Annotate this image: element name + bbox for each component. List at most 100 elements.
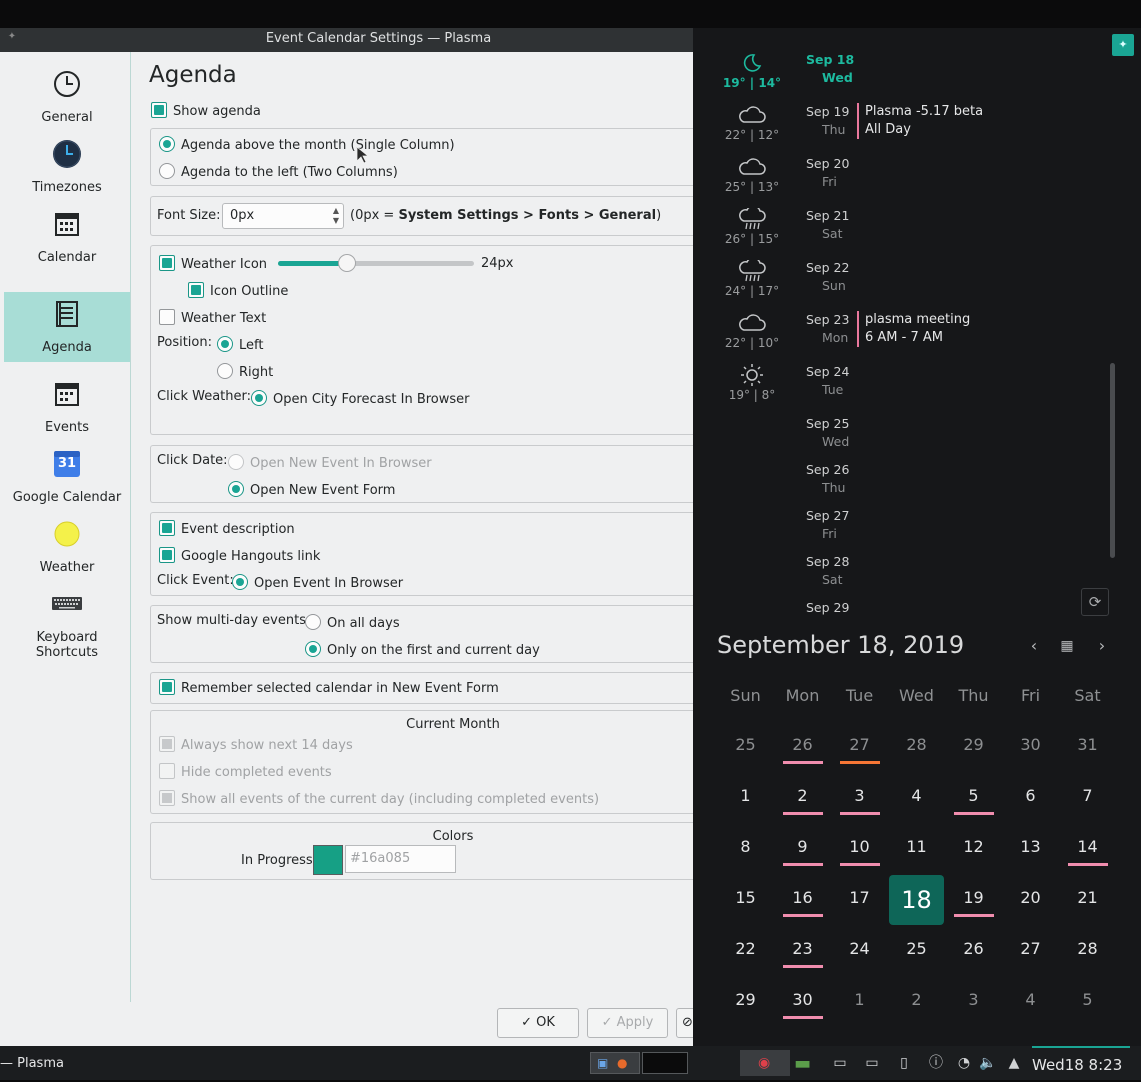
calendar-day[interactable]: 4 <box>888 773 945 824</box>
font-size-spinbox[interactable]: 0px ▲ ▼ <box>222 203 344 229</box>
agenda-date[interactable]: Sep 21 Sat <box>806 207 856 243</box>
calendar-day[interactable]: 28 <box>888 722 945 773</box>
calendar-day[interactable]: 13 <box>1002 824 1059 875</box>
monitor-icon[interactable]: ▭ <box>862 1054 882 1072</box>
agenda-date[interactable]: Sep 28 Sat <box>806 553 856 589</box>
agenda-event[interactable]: plasma meeting 6 AM - 7 AM <box>857 311 970 347</box>
hide-completed-checkbox[interactable]: Hide completed events <box>159 763 332 782</box>
calendar-day[interactable]: 8 <box>717 824 774 875</box>
agenda-date[interactable]: Sep 26 Thu <box>806 461 856 497</box>
click-event-radio[interactable]: Open Event In Browser <box>232 574 403 593</box>
calendar-day[interactable]: 19 <box>945 875 1002 926</box>
click-date-browser-radio[interactable]: Open New Event In Browser <box>228 454 432 473</box>
sidebar-item-google-calendar[interactable]: 31 Google Calendar <box>4 442 130 512</box>
previous-month-icon[interactable]: ‹ <box>1024 636 1044 655</box>
clock-widget[interactable]: Wed18 8:23 <box>1032 1046 1130 1080</box>
weather-icon-checkbox[interactable]: Weather Icon <box>159 255 267 274</box>
calendar-day[interactable]: 4 <box>1002 977 1059 1028</box>
next-month-icon[interactable]: › <box>1092 636 1112 655</box>
calendar-day[interactable]: 26 <box>945 926 1002 977</box>
sidebar-item-calendar[interactable]: Calendar <box>4 202 130 272</box>
click-weather-radio[interactable]: Open City Forecast In Browser <box>251 390 470 409</box>
info-icon[interactable]: ⓘ <box>926 1054 946 1072</box>
agenda-date[interactable]: Sep 25 Wed <box>806 415 856 451</box>
calendar-day[interactable]: 16 <box>774 875 831 926</box>
agenda-date[interactable]: Sep 27 Fri <box>806 507 856 543</box>
event-description-checkbox[interactable]: Event description <box>159 520 295 539</box>
calendar-day[interactable]: 25 <box>888 926 945 977</box>
sidebar-item-general[interactable]: General <box>4 62 130 132</box>
pager-desktop-1[interactable]: ▣ ● <box>590 1052 640 1074</box>
calendar-day[interactable]: 7 <box>1059 773 1116 824</box>
calendar-day[interactable]: 14 <box>1059 824 1116 875</box>
calendar-day[interactable]: 2 <box>774 773 831 824</box>
remember-calendar-checkbox[interactable]: Remember selected calendar in New Event … <box>159 679 499 698</box>
agenda-event[interactable]: Plasma -5.17 beta All Day <box>857 103 983 139</box>
calendar-day[interactable]: 10 <box>831 824 888 875</box>
calendar-day[interactable]: 30 <box>1002 722 1059 773</box>
calendar-day[interactable]: 5 <box>945 773 1002 824</box>
defaults-button[interactable]: ⊘ <box>676 1008 693 1038</box>
sidebar-item-agenda[interactable]: Agenda <box>4 292 130 362</box>
calendar-day[interactable]: 30 <box>774 977 831 1028</box>
calendar-day[interactable]: 3 <box>945 977 1002 1028</box>
window-titlebar[interactable]: ✦ Event Calendar Settings — Plasma <box>0 28 693 52</box>
agenda-date[interactable]: Sep 20 Fri <box>806 155 856 191</box>
calendar-day[interactable]: 27 <box>831 722 888 773</box>
in-progress-color-swatch[interactable] <box>313 845 343 875</box>
pager-desktop-2[interactable] <box>642 1052 688 1074</box>
calendar-day[interactable]: 9 <box>774 824 831 875</box>
volume-icon[interactable]: 🔈 <box>978 1054 998 1072</box>
calendar-day[interactable]: 28 <box>1059 926 1116 977</box>
sidebar-item-timezones[interactable]: Timezones <box>4 132 130 202</box>
calendar-day[interactable]: 15 <box>717 875 774 926</box>
icon-outline-checkbox[interactable]: Icon Outline <box>188 282 288 301</box>
spin-arrows-icon[interactable]: ▲ ▼ <box>333 206 339 226</box>
battery-icon[interactable]: ▯ <box>894 1054 914 1072</box>
calendar-day[interactable]: 11 <box>888 824 945 875</box>
calendar-day[interactable]: 3 <box>831 773 888 824</box>
calendar-day-today[interactable]: 18 <box>889 875 944 925</box>
calendar-day[interactable]: 1 <box>717 773 774 824</box>
position-right-radio[interactable]: Right <box>217 363 273 382</box>
refresh-icon[interactable]: ⟳ <box>1081 588 1109 616</box>
sidebar-item-weather[interactable]: Weather <box>4 512 130 582</box>
agenda-date[interactable]: Sep 24 Tue <box>806 363 856 399</box>
agenda-date[interactable]: Sep 29 <box>806 599 856 617</box>
calendar-day[interactable]: 29 <box>717 977 774 1028</box>
apply-button[interactable]: ✓ Apply <box>587 1008 668 1038</box>
calendar-title[interactable]: September 18, 2019 <box>717 631 964 659</box>
calendar-day[interactable]: 22 <box>717 926 774 977</box>
show-all-today-checkbox[interactable]: Show all events of the current day (incl… <box>159 790 599 809</box>
ok-button[interactable]: ✓ OK <box>497 1008 579 1038</box>
task-calendar-app[interactable]: ◉ <box>740 1050 790 1076</box>
calendar-day[interactable]: 23 <box>774 926 831 977</box>
agenda-scrollbar[interactable] <box>1110 363 1115 558</box>
today-calendar-icon[interactable]: ▦ <box>1057 638 1077 654</box>
calendar-day[interactable]: 17 <box>831 875 888 926</box>
calendar-day[interactable]: 1 <box>831 977 888 1028</box>
show-agenda-checkbox[interactable]: Show agenda <box>151 102 261 121</box>
position-left-radio[interactable]: Left <box>217 336 263 355</box>
calendar-day[interactable]: 29 <box>945 722 1002 773</box>
agenda-date[interactable]: Sep 23 Mon <box>806 311 856 347</box>
hangouts-link-checkbox[interactable]: Google Hangouts link <box>159 547 320 566</box>
task-plasma-settings[interactable]: — Plasma <box>0 1046 120 1080</box>
calendar-day[interactable]: 6 <box>1002 773 1059 824</box>
calendar-day[interactable]: 31 <box>1059 722 1116 773</box>
tray-expand-icon[interactable]: ▲ <box>1004 1054 1024 1072</box>
weather-text-checkbox[interactable]: Weather Text <box>159 309 266 328</box>
calendar-day[interactable]: 27 <box>1002 926 1059 977</box>
display-icon[interactable]: ▭ <box>830 1054 850 1072</box>
calendar-day[interactable]: 5 <box>1059 977 1116 1028</box>
calendar-day[interactable]: 21 <box>1059 875 1116 926</box>
task-file-manager[interactable]: ▬ <box>794 1050 822 1076</box>
pin-icon[interactable]: ✦ <box>1112 34 1134 56</box>
click-date-form-radio[interactable]: Open New Event Form <box>228 481 395 500</box>
sidebar-item-events[interactable]: Events <box>4 372 130 442</box>
calendar-day[interactable]: 26 <box>774 722 831 773</box>
in-progress-color-field[interactable]: #16a085 <box>345 845 456 873</box>
calendar-day[interactable]: 12 <box>945 824 1002 875</box>
layout-single-radio[interactable]: Agenda above the month (Single Column) <box>159 136 455 155</box>
calendar-day[interactable]: 20 <box>1002 875 1059 926</box>
